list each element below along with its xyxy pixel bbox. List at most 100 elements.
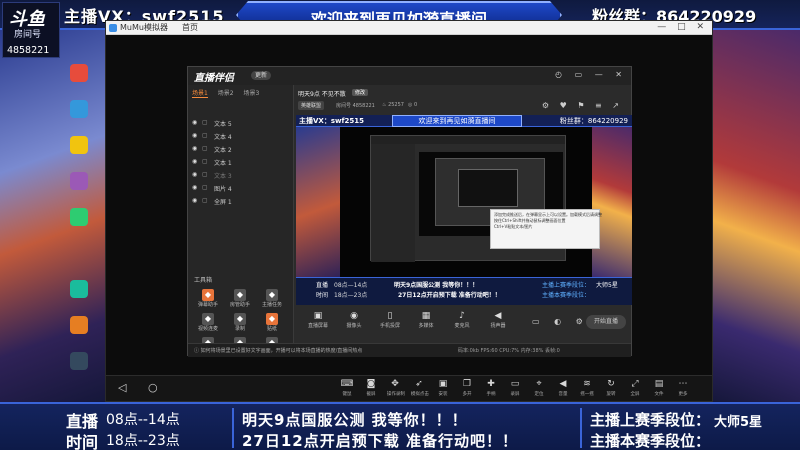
eye-icon[interactable]: ◉ [192,197,197,204]
preview-welcome: 欢迎来到再见如漪直播间 [392,115,522,127]
emulator-tool-7[interactable]: ▭ 录屏 [506,379,524,397]
desktop-icon[interactable] [70,100,88,118]
tab-scene-2[interactable]: 场景2 [218,90,234,97]
tab-home[interactable]: 首页 [182,22,198,33]
window-icon: ❐ [462,379,472,389]
control-label: 摄像头 [346,323,362,329]
control-button[interactable]: ▣ 直播屏幕 [304,311,332,329]
layer-item[interactable]: ◉ ▢ 文本 2 [192,145,288,155]
desktop-icon[interactable] [70,208,88,226]
schedule-time-1: 08点--14点 [106,412,180,428]
header-icons[interactable]: ⚙ ♥ ⚑ ≡ ↗ [542,101,623,110]
control-button[interactable]: ▦ 多媒体 [412,311,440,329]
layer-name: 全屏 1 [214,199,232,206]
home-icon[interactable]: ○ [148,381,158,394]
tab-scene-3[interactable]: 场景3 [244,90,260,97]
stream-preview[interactable]: 主播VX：swf2515 欢迎来到再见如漪直播间 粉丝群：864220929 添… [296,115,632,305]
announcement-1: 明天9点国服公测 我等你！！！ [242,411,468,429]
preview-time-2: 18点—23点 [334,292,368,299]
desktop-icon[interactable] [70,316,88,334]
preview-left-art [296,127,340,277]
tool-button[interactable]: ◆ 弹幕助手 [194,289,222,308]
emulator-tool-6[interactable]: ✚ 手柄 [482,379,500,397]
emulator-tool-1[interactable]: ◙ 截屏 [362,379,380,397]
back-icon[interactable]: ◁ [118,381,126,394]
emulator-tool-13[interactable]: ▤ 文件 [650,379,668,397]
last-season-rank-value: 大师5星 [714,415,763,430]
lock-icon[interactable]: ▢ [202,132,208,139]
emulator-tool-14[interactable]: ⋯ 更多 [674,379,692,397]
tool-label: 旋转 [606,391,616,397]
desktop-icon[interactable] [70,280,88,298]
control-button[interactable]: ▯ 手机投屏 [376,311,404,329]
emulator-tool-9[interactable]: ◀ 音量 [554,379,572,397]
eye-icon[interactable]: ◉ [192,171,197,178]
mumu-icon [109,24,117,32]
update-badge[interactable]: 更新 [251,71,272,80]
tool-label: 截屏 [366,391,376,397]
mic-icon: ♪ [459,311,465,321]
layer-item[interactable]: ◉ ▢ 文本 4 [192,132,288,142]
layer-item[interactable]: ◉ ▢ 图片 4 [192,184,288,194]
emulator-tool-11[interactable]: ↻ 旋转 [602,379,620,397]
volume-icon: ◀ [559,379,567,389]
hint-tooltip: 添加完成推送后，在弹幕显示上可以设置。加载模式后请调整 按住Ctrl+Shift… [490,209,602,249]
desktop-icon[interactable] [70,64,88,82]
eye-icon[interactable]: ◉ [192,132,197,139]
eye-icon[interactable]: ◉ [192,145,197,152]
emulator-tool-4[interactable]: ▣ 安装 [434,379,452,397]
tool-button[interactable]: ◆ 房管助手 [226,289,254,308]
desktop-icon[interactable] [70,136,88,154]
lock-icon[interactable]: ▢ [202,158,208,165]
category-tag[interactable]: 英雄联盟 [298,101,325,110]
this-season-rank-label: 主播本赛季段位： [590,432,711,450]
lock-icon[interactable]: ▢ [202,184,208,191]
tool-label: 键鼠 [342,391,352,397]
edit-button[interactable]: 修改 [352,89,369,96]
app-window-controls[interactable]: ◴ ▭ — ✕ [555,70,627,79]
tab-scene-1[interactable]: 场景1 [192,90,208,98]
eye-icon[interactable]: ◉ [192,184,197,191]
emulator-tool-0[interactable]: ⌨ 键鼠 [338,379,356,397]
control-icons[interactable]: ▭ ◐ ⚙ [532,317,589,326]
folder-icon: ▤ [654,379,664,389]
camera-icon: ◉ [350,311,358,321]
lock-icon[interactable]: ▢ [202,197,208,204]
desktop-icon[interactable] [70,172,88,190]
preview-bottom-banner: 直播 时间 08点—14点 18点—23点 明天9点国服公测 我等你！！！ 27… [296,277,632,305]
emulator-tool-10[interactable]: ≋ 摇一摇 [578,379,596,397]
layer-item[interactable]: ◉ ▢ 文本 1 [192,158,288,168]
tool-button[interactable]: ◆ 贴纸 [258,313,286,332]
lock-icon[interactable]: ▢ [202,145,208,152]
control-button[interactable]: ♪ 麦克风 [448,311,476,329]
layer-item[interactable]: ◉ ▢ 文本 5 [192,119,288,129]
status-bar: ⓘ 如何将场景里已设置好文字画面，开播可以将本场直播的热度/直播间热点 码率:0… [188,343,631,357]
emulator-tool-8[interactable]: ⌖ 定位 [530,379,548,397]
layer-item[interactable]: ◉ ▢ 全屏 1 [192,197,288,207]
preview-rank-2: 主播本赛季段位： [542,292,591,299]
emulator-tool-12[interactable]: ⤢ 全屏 [626,379,644,397]
room-name: 明天9点 不见不散 [298,91,346,98]
download-icon: ◆ [234,313,246,325]
tool-button[interactable]: ◆ 录制 [226,313,254,332]
lock-icon[interactable]: ▢ [202,119,208,126]
layer-item[interactable]: ◉ ▢ 文本 3 [192,171,288,181]
eye-icon[interactable]: ◉ [192,158,197,165]
emulator-tool-5[interactable]: ❐ 多开 [458,379,476,397]
desktop-icon[interactable] [70,352,88,370]
control-button[interactable]: ◉ 摄像头 [340,311,368,329]
lock-icon[interactable]: ▢ [202,171,208,178]
preview-right-art [592,127,632,277]
camera-icon: ◙ [366,379,376,389]
room-number: 4858221 [7,45,50,56]
eye-icon[interactable]: ◉ [192,119,197,126]
emulator-titlebar: MuMu模拟器 首页 — □ ✕ [106,21,712,35]
emulator-tool-3[interactable]: ➶ 模拟点击 [410,379,429,397]
tool-button[interactable]: ◆ 视频连麦 [194,313,222,332]
window-controls[interactable]: — □ ✕ [657,22,708,32]
control-button[interactable]: ◀ 扬声器 [484,311,512,329]
emulator-tool-2[interactable]: ✥ 操作录制 [386,379,405,397]
tool-button[interactable]: ◆ 主播任务 [258,289,286,308]
last-season-rank-label: 主播上赛季段位： [590,411,711,429]
start-live-button[interactable]: 开始直播 [586,315,626,329]
